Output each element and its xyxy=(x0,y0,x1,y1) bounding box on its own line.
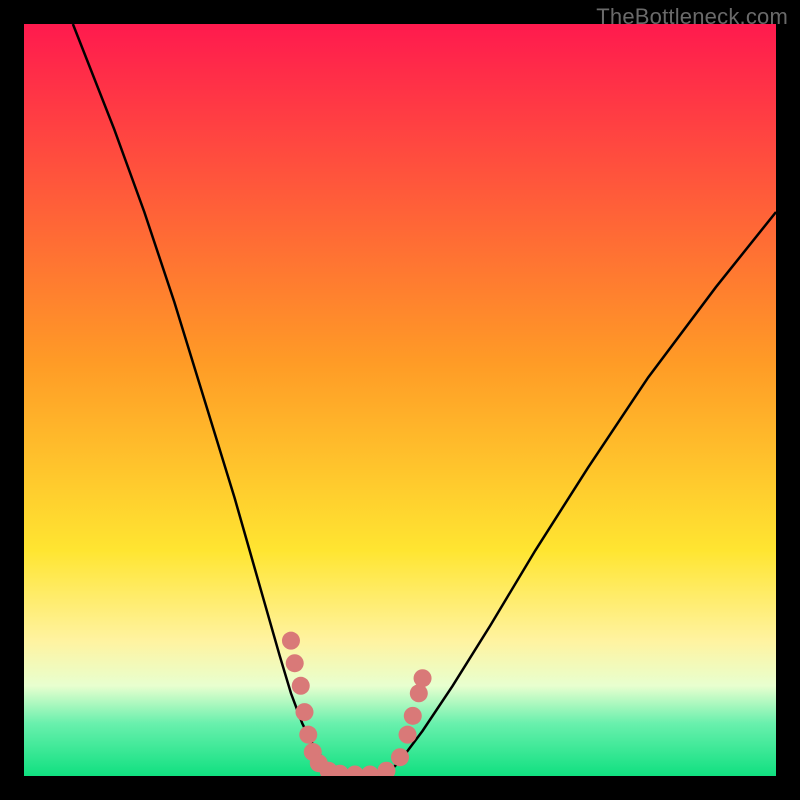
chart-svg xyxy=(24,24,776,776)
watermark-text: TheBottleneck.com xyxy=(596,4,788,30)
plot-area xyxy=(24,24,776,776)
data-marker xyxy=(286,654,304,672)
data-marker xyxy=(399,726,417,744)
data-marker xyxy=(414,669,432,687)
chart-background xyxy=(24,24,776,776)
data-marker xyxy=(404,707,422,725)
data-marker xyxy=(299,726,317,744)
data-marker xyxy=(410,684,428,702)
data-marker xyxy=(292,677,310,695)
data-marker xyxy=(391,748,409,766)
data-marker xyxy=(282,632,300,650)
data-marker xyxy=(296,703,314,721)
outer-frame: TheBottleneck.com xyxy=(0,0,800,800)
